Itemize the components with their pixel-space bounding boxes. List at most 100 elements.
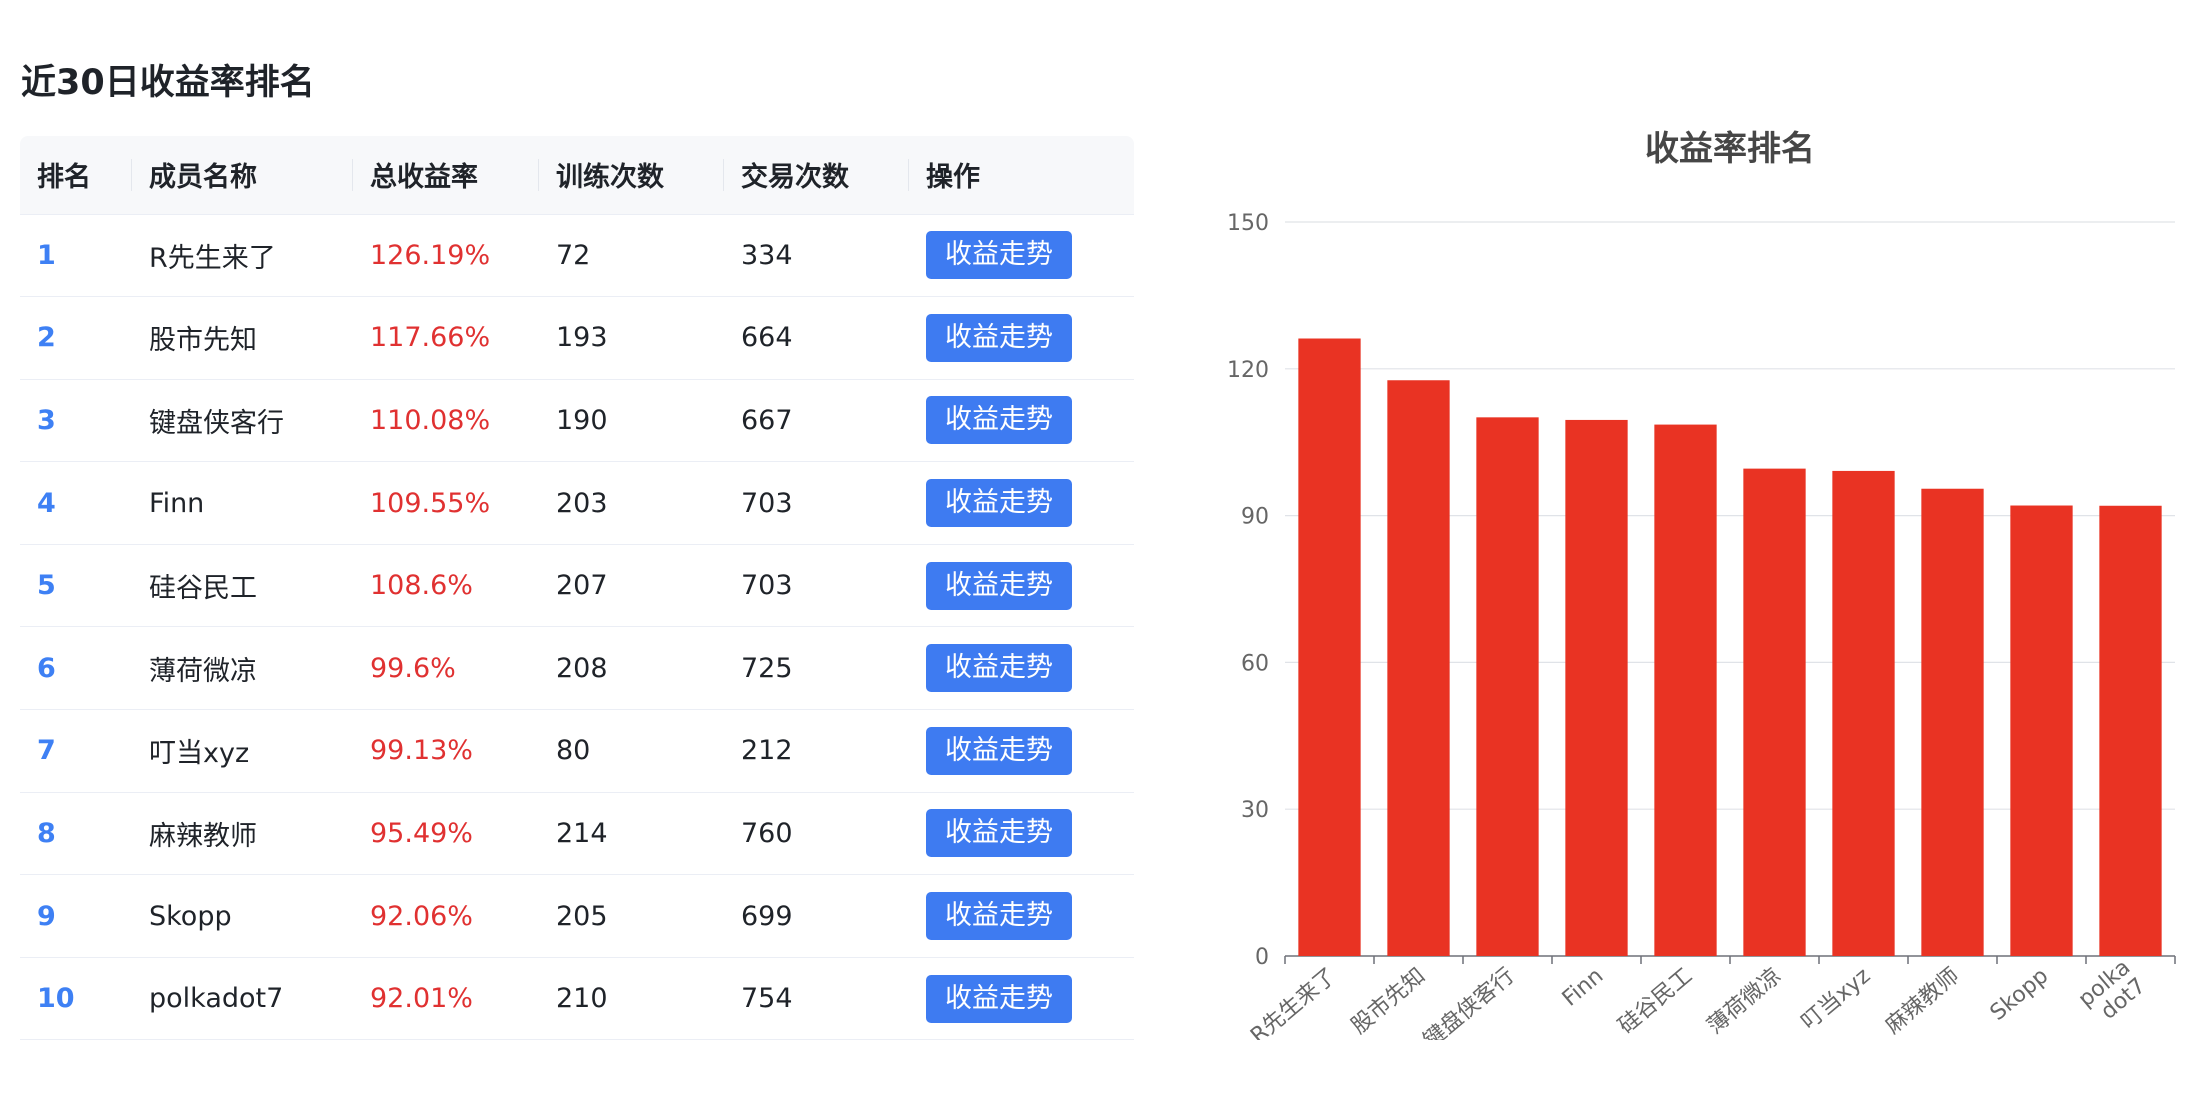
table-row: 10 polkadot7 92.01% 210 754 收益走势 — [20, 957, 1134, 1041]
y-tick-label: 0 — [1255, 945, 1269, 970]
x-tick-label: Skopp — [1986, 963, 2054, 1025]
x-tick-label: R先生来了 — [1246, 963, 1341, 1040]
bar[interactable] — [1476, 417, 1539, 956]
bar[interactable] — [1298, 338, 1361, 956]
trade-count-cell: 754 — [724, 957, 909, 1041]
member-name-cell: polkadot7 — [132, 957, 353, 1041]
column-header-trades: 交易次数 — [724, 136, 909, 215]
member-name-cell: 麻辣教师 — [132, 792, 353, 876]
table-row: 7 叮当xyz 99.13% 80 212 收益走势 — [20, 709, 1134, 793]
rank-cell: 7 — [20, 709, 132, 793]
yield-trend-button[interactable]: 收益走势 — [926, 892, 1072, 941]
total-yield-cell: 110.08% — [353, 379, 539, 463]
trade-count-cell: 699 — [724, 874, 909, 958]
y-tick-label: 30 — [1241, 798, 1269, 823]
total-yield-cell: 99.6% — [353, 626, 539, 711]
total-yield-cell: 117.66% — [353, 296, 539, 380]
trade-count-cell: 212 — [724, 709, 909, 793]
ranking-table: 排名 成员名称 总收益率 训练次数 交易次数 操作 1 R先生来了 126.19% 7… — [20, 136, 1134, 1041]
rank-cell: 8 — [20, 792, 132, 876]
bar[interactable] — [2010, 505, 2073, 956]
bar[interactable] — [1654, 424, 1717, 957]
table-row: 6 薄荷微凉 99.6% 208 725 收益走势 — [20, 626, 1134, 711]
rank-cell: 9 — [20, 874, 132, 958]
yield-trend-button[interactable]: 收益走势 — [926, 561, 1072, 610]
total-yield-cell: 99.13% — [353, 709, 539, 793]
table-row: 3 键盘侠客行 110.08% 190 667 收益走势 — [20, 379, 1134, 463]
x-tick-label: 薄荷微凉 — [1703, 963, 1786, 1039]
training-count-cell: 214 — [539, 792, 724, 876]
member-name-cell: R先生来了 — [132, 214, 353, 298]
rank-cell: 4 — [20, 461, 132, 545]
rank-cell: 6 — [20, 626, 132, 711]
y-tick-label: 60 — [1241, 651, 1269, 676]
bar[interactable] — [1832, 470, 1895, 956]
bar[interactable] — [2099, 505, 2162, 956]
training-count-cell: 205 — [539, 874, 724, 958]
page-title: 近30日收益率排名 — [21, 63, 315, 103]
yield-trend-button[interactable]: 收益走势 — [926, 396, 1072, 445]
member-name-cell: Skopp — [132, 874, 353, 958]
yield-trend-button[interactable]: 收益走势 — [926, 974, 1072, 1023]
table-row: 5 硅谷民工 108.6% 207 703 收益走势 — [20, 544, 1134, 628]
x-tick-label: 键盘侠客行 — [1419, 963, 1519, 1040]
y-tick-label: 120 — [1227, 358, 1269, 383]
yield-trend-button[interactable]: 收益走势 — [926, 809, 1072, 858]
table-row: 9 Skopp 92.06% 205 699 收益走势 — [20, 874, 1134, 958]
member-name-cell: 键盘侠客行 — [132, 379, 353, 463]
bar[interactable] — [1921, 488, 1984, 956]
trade-count-cell: 334 — [724, 214, 909, 298]
training-count-cell: 72 — [539, 214, 724, 298]
action-cell: 收益走势 — [909, 214, 1134, 298]
action-cell: 收益走势 — [909, 379, 1134, 463]
action-cell: 收益走势 — [909, 792, 1134, 876]
training-count-cell: 203 — [539, 461, 724, 545]
training-count-cell: 190 — [539, 379, 724, 463]
total-yield-cell: 108.6% — [353, 544, 539, 628]
table-row: 8 麻辣教师 95.49% 214 760 收益走势 — [20, 792, 1134, 876]
table-row: 1 R先生来了 126.19% 72 334 收益走势 — [20, 214, 1134, 298]
total-yield-cell: 92.06% — [353, 874, 539, 958]
action-cell: 收益走势 — [909, 874, 1134, 958]
action-cell: 收益走势 — [909, 626, 1134, 711]
column-header-yield: 总收益率 — [353, 136, 539, 215]
trade-count-cell: 760 — [724, 792, 909, 876]
bar[interactable] — [1565, 419, 1628, 957]
total-yield-cell: 95.49% — [353, 792, 539, 876]
member-name-cell: 硅谷民工 — [132, 544, 353, 628]
trade-count-cell: 703 — [724, 461, 909, 545]
rank-cell: 10 — [20, 957, 132, 1041]
yield-trend-button[interactable]: 收益走势 — [926, 479, 1072, 528]
action-cell: 收益走势 — [909, 461, 1134, 545]
action-cell: 收益走势 — [909, 957, 1134, 1041]
rank-cell: 3 — [20, 379, 132, 463]
yield-ranking-chart: 收益率排名 0 30 60 90 120 150 R先生来了 股市先知键盘侠客行 Finn 硅谷民工… — [1227, 129, 2176, 1040]
column-header-name: 成员名称 — [132, 136, 353, 215]
total-yield-cell: 126.19% — [353, 214, 539, 298]
column-header-trainings: 训练次数 — [539, 136, 724, 215]
training-count-cell: 207 — [539, 544, 724, 628]
yield-trend-button[interactable]: 收益走势 — [926, 313, 1072, 362]
yield-trend-button[interactable]: 收益走势 — [926, 726, 1072, 775]
chart-title: 收益率排名 — [1645, 129, 1815, 169]
member-name-cell: 叮当xyz — [132, 709, 353, 793]
trade-count-cell: 667 — [724, 379, 909, 463]
bar[interactable] — [1743, 468, 1806, 956]
trade-count-cell: 664 — [724, 296, 909, 380]
x-tick-label: 叮当xyz — [1797, 963, 1876, 1035]
training-count-cell: 80 — [539, 709, 724, 793]
table-body: 1 R先生来了 126.19% 72 334 收益走势 2 股市先知 117.66% 193 664… — [20, 214, 1134, 1041]
member-name-cell: 薄荷微凉 — [132, 626, 353, 711]
yield-trend-button[interactable]: 收益走势 — [926, 644, 1072, 693]
action-cell: 收益走势 — [909, 709, 1134, 793]
yield-trend-button[interactable]: 收益走势 — [926, 231, 1072, 280]
x-tick-label: 硅谷民工 — [1614, 963, 1697, 1039]
member-name-cell: 股市先知 — [132, 296, 353, 380]
x-tick-label: Finn — [1558, 963, 1609, 1011]
rank-cell: 1 — [20, 214, 132, 298]
bar[interactable] — [1387, 380, 1450, 957]
trade-count-cell: 703 — [724, 544, 909, 628]
table-row: 2 股市先知 117.66% 193 664 收益走势 — [20, 296, 1134, 380]
table-header-row: 排名 成员名称 总收益率 训练次数 交易次数 操作 — [20, 136, 1134, 215]
x-tick-label: polkadot7 — [2074, 955, 2151, 1031]
